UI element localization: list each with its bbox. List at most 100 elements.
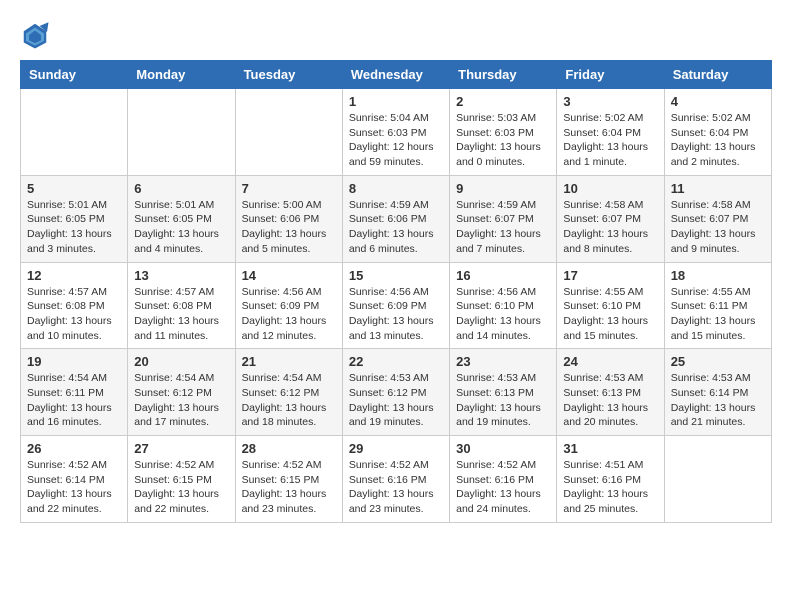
calendar-cell: 10 Sunrise: 4:58 AMSunset: 6:07 PMDayligh…: [557, 175, 664, 262]
calendar-cell: 3 Sunrise: 5:02 AMSunset: 6:04 PMDaylight…: [557, 89, 664, 176]
calendar-cell: 13Sunrise: 4:57 AMSunset: 6:08 PMDayligh…: [128, 262, 235, 349]
header-friday: Friday: [557, 61, 664, 89]
calendar-cell: 12 Sunrise: 4:57 AMSunset: 6:08 PMDayligh…: [21, 262, 128, 349]
day-number: 20: [134, 354, 228, 369]
calendar-week-row: 12 Sunrise: 4:57 AMSunset: 6:08 PMDayligh…: [21, 262, 772, 349]
day-info: Sunrise: 4:52 AMSunset: 6:16 PMDaylight:…: [456, 458, 550, 517]
day-number: 2: [456, 94, 550, 109]
day-info: Sunrise: 5:02 AMSunset: 6:04 PMDaylight:…: [671, 111, 765, 170]
calendar-cell: 14 Sunrise: 4:56 AMSunset: 6:09 PMDayligh…: [235, 262, 342, 349]
day-number: 11: [671, 181, 765, 196]
calendar-week-row: 26 Sunrise: 4:52 AMSunset: 6:14 PMDayligh…: [21, 436, 772, 523]
day-number: 5: [27, 181, 121, 196]
calendar-cell: 1 Sunrise: 5:04 AMSunset: 6:03 PMDaylight…: [342, 89, 449, 176]
day-info: Sunrise: 4:54 AMSunset: 6:12 PMDaylight:…: [242, 371, 336, 430]
calendar-cell: [235, 89, 342, 176]
day-number: 24: [563, 354, 657, 369]
day-info: Sunrise: 4:52 AMSunset: 6:14 PMDaylight:…: [27, 458, 121, 517]
calendar-cell: 27 Sunrise: 4:52 AMSunset: 6:15 PMDayligh…: [128, 436, 235, 523]
day-number: 3: [563, 94, 657, 109]
day-info: Sunrise: 4:53 AMSunset: 6:13 PMDaylight:…: [456, 371, 550, 430]
calendar-cell: 22Sunrise: 4:53 AMSunset: 6:12 PMDayligh…: [342, 349, 449, 436]
day-number: 31: [563, 441, 657, 456]
day-number: 16: [456, 268, 550, 283]
day-info: Sunrise: 4:59 AMSunset: 6:06 PMDaylight:…: [349, 198, 443, 257]
calendar-week-row: 5 Sunrise: 5:01 AMSunset: 6:05 PMDaylight…: [21, 175, 772, 262]
calendar-cell: 20 Sunrise: 4:54 AMSunset: 6:12 PMDayligh…: [128, 349, 235, 436]
day-number: 8: [349, 181, 443, 196]
calendar-cell: 26 Sunrise: 4:52 AMSunset: 6:14 PMDayligh…: [21, 436, 128, 523]
calendar-cell: 7 Sunrise: 5:00 AMSunset: 6:06 PMDaylight…: [235, 175, 342, 262]
day-info: Sunrise: 4:58 AMSunset: 6:07 PMDaylight:…: [563, 198, 657, 257]
header-saturday: Saturday: [664, 61, 771, 89]
calendar-cell: 24 Sunrise: 4:53 AMSunset: 6:13 PMDayligh…: [557, 349, 664, 436]
day-info: Sunrise: 5:01 AMSunset: 6:05 PMDaylight:…: [134, 198, 228, 257]
day-info: Sunrise: 4:59 AMSunset: 6:07 PMDaylight:…: [456, 198, 550, 257]
calendar-week-row: 19Sunrise: 4:54 AMSunset: 6:11 PMDayligh…: [21, 349, 772, 436]
day-number: 10: [563, 181, 657, 196]
day-info: Sunrise: 5:01 AMSunset: 6:05 PMDaylight:…: [27, 198, 121, 257]
day-number: 21: [242, 354, 336, 369]
day-info: Sunrise: 4:56 AMSunset: 6:09 PMDaylight:…: [349, 285, 443, 344]
day-info: Sunrise: 4:57 AMSunset: 6:08 PMDaylight:…: [27, 285, 121, 344]
day-info: Sunrise: 4:52 AMSunset: 6:16 PMDaylight:…: [349, 458, 443, 517]
calendar-cell: 8 Sunrise: 4:59 AMSunset: 6:06 PMDaylight…: [342, 175, 449, 262]
logo-icon: [20, 20, 50, 50]
day-number: 29: [349, 441, 443, 456]
header-wednesday: Wednesday: [342, 61, 449, 89]
calendar-cell: 16Sunrise: 4:56 AMSunset: 6:10 PMDayligh…: [450, 262, 557, 349]
header-tuesday: Tuesday: [235, 61, 342, 89]
calendar-cell: 15 Sunrise: 4:56 AMSunset: 6:09 PMDayligh…: [342, 262, 449, 349]
day-info: Sunrise: 4:55 AMSunset: 6:10 PMDaylight:…: [563, 285, 657, 344]
day-number: 18: [671, 268, 765, 283]
page-header: [20, 20, 772, 50]
calendar-cell: [128, 89, 235, 176]
calendar-cell: 4 Sunrise: 5:02 AMSunset: 6:04 PMDaylight…: [664, 89, 771, 176]
day-number: 7: [242, 181, 336, 196]
calendar-cell: 21 Sunrise: 4:54 AMSunset: 6:12 PMDayligh…: [235, 349, 342, 436]
day-info: Sunrise: 4:53 AMSunset: 6:14 PMDaylight:…: [671, 371, 765, 430]
calendar-cell: 25 Sunrise: 4:53 AMSunset: 6:14 PMDayligh…: [664, 349, 771, 436]
logo: [20, 20, 54, 50]
day-number: 12: [27, 268, 121, 283]
calendar-cell: 6 Sunrise: 5:01 AMSunset: 6:05 PMDaylight…: [128, 175, 235, 262]
calendar-week-row: 1 Sunrise: 5:04 AMSunset: 6:03 PMDaylight…: [21, 89, 772, 176]
day-info: Sunrise: 4:56 AMSunset: 6:09 PMDaylight:…: [242, 285, 336, 344]
day-number: 14: [242, 268, 336, 283]
day-number: 6: [134, 181, 228, 196]
day-info: Sunrise: 4:51 AMSunset: 6:16 PMDaylight:…: [563, 458, 657, 517]
calendar-cell: 29 Sunrise: 4:52 AMSunset: 6:16 PMDayligh…: [342, 436, 449, 523]
day-number: 26: [27, 441, 121, 456]
day-info: Sunrise: 5:00 AMSunset: 6:06 PMDaylight:…: [242, 198, 336, 257]
header-monday: Monday: [128, 61, 235, 89]
header-sunday: Sunday: [21, 61, 128, 89]
day-info: Sunrise: 4:55 AMSunset: 6:11 PMDaylight:…: [671, 285, 765, 344]
day-number: 1: [349, 94, 443, 109]
day-number: 25: [671, 354, 765, 369]
calendar-cell: [664, 436, 771, 523]
calendar-cell: 11 Sunrise: 4:58 AMSunset: 6:07 PMDayligh…: [664, 175, 771, 262]
day-number: 17: [563, 268, 657, 283]
day-number: 27: [134, 441, 228, 456]
day-info: Sunrise: 4:53 AMSunset: 6:13 PMDaylight:…: [563, 371, 657, 430]
day-info: Sunrise: 4:54 AMSunset: 6:12 PMDaylight:…: [134, 371, 228, 430]
day-number: 23: [456, 354, 550, 369]
day-info: Sunrise: 4:57 AMSunset: 6:08 PMDaylight:…: [134, 285, 228, 344]
calendar-cell: 5 Sunrise: 5:01 AMSunset: 6:05 PMDaylight…: [21, 175, 128, 262]
day-info: Sunrise: 4:54 AMSunset: 6:11 PMDaylight:…: [27, 371, 121, 430]
day-info: Sunrise: 4:52 AMSunset: 6:15 PMDaylight:…: [134, 458, 228, 517]
day-number: 15: [349, 268, 443, 283]
day-number: 28: [242, 441, 336, 456]
day-info: Sunrise: 5:04 AMSunset: 6:03 PMDaylight:…: [349, 111, 443, 170]
calendar-cell: 17 Sunrise: 4:55 AMSunset: 6:10 PMDayligh…: [557, 262, 664, 349]
calendar-cell: 2Sunrise: 5:03 AMSunset: 6:03 PMDaylight…: [450, 89, 557, 176]
calendar-header-row: SundayMondayTuesdayWednesdayThursdayFrid…: [21, 61, 772, 89]
day-number: 4: [671, 94, 765, 109]
calendar-cell: 23 Sunrise: 4:53 AMSunset: 6:13 PMDayligh…: [450, 349, 557, 436]
calendar-cell: [21, 89, 128, 176]
day-info: Sunrise: 4:52 AMSunset: 6:15 PMDaylight:…: [242, 458, 336, 517]
day-info: Sunrise: 4:58 AMSunset: 6:07 PMDaylight:…: [671, 198, 765, 257]
day-info: Sunrise: 5:02 AMSunset: 6:04 PMDaylight:…: [563, 111, 657, 170]
header-thursday: Thursday: [450, 61, 557, 89]
calendar-table: SundayMondayTuesdayWednesdayThursdayFrid…: [20, 60, 772, 523]
